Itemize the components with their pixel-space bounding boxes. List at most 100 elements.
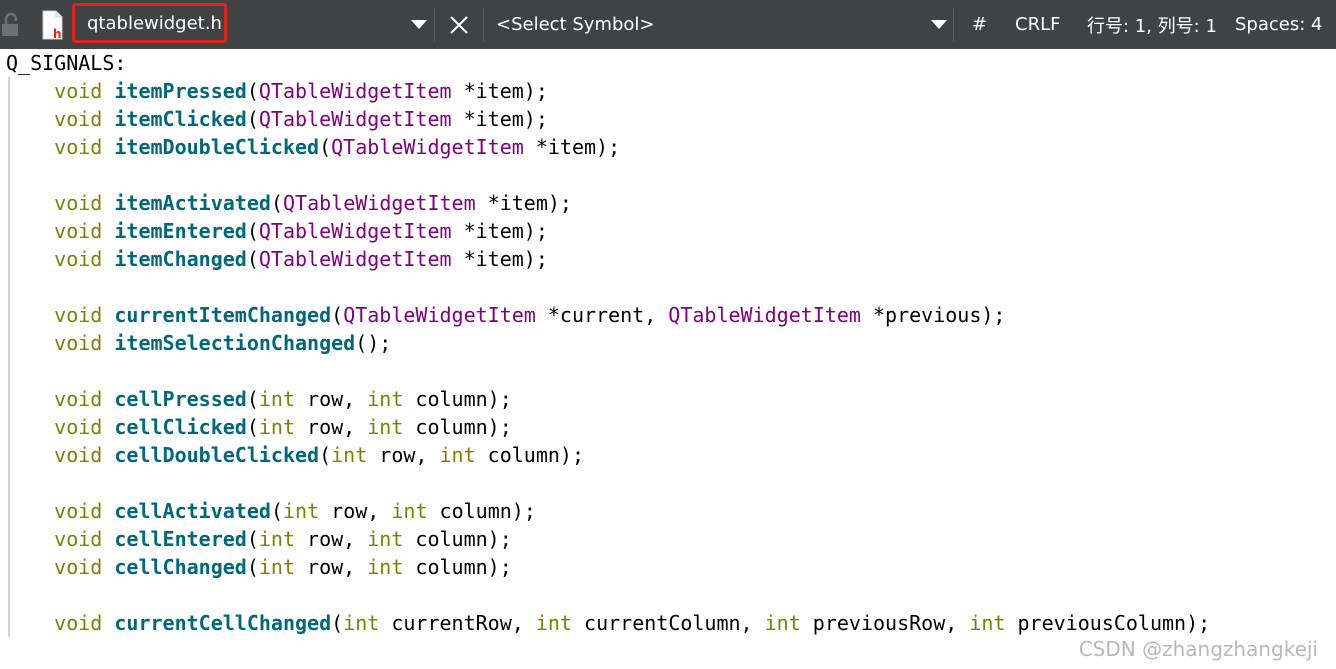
code-line: void itemEntered(QTableWidgetItem *item)… — [6, 217, 548, 245]
function-name: itemActivated — [114, 191, 271, 215]
function-name: cellClicked — [114, 415, 247, 439]
code-line: void cellChanged(int row, int column); — [6, 553, 512, 581]
function-name: cellEntered — [114, 527, 247, 551]
code-text: ( — [246, 387, 259, 411]
toolbar-divider — [953, 8, 954, 41]
code-text: *current, — [535, 303, 669, 327]
type-name: QTableWidgetItem — [343, 303, 536, 327]
keyword: void — [54, 611, 115, 635]
keyword: int — [343, 611, 380, 635]
code-line: void cellActivated(int row, int column); — [6, 497, 536, 525]
code-text: *item); — [475, 191, 572, 215]
code-text: column); — [475, 443, 585, 467]
code-text: ( — [331, 611, 344, 635]
hash-label: # — [972, 14, 988, 35]
code-line: void itemChanged(QTableWidgetItem *item)… — [6, 245, 548, 273]
code-text: column); — [403, 527, 512, 551]
code-text: *item); — [451, 247, 548, 271]
function-name: itemClicked — [114, 107, 247, 131]
code-text: (); — [355, 331, 392, 355]
code-text: row, — [319, 499, 392, 523]
type-name: QTableWidgetItem — [258, 79, 452, 103]
code-text: column); — [427, 499, 536, 523]
code-text: *item); — [451, 107, 548, 131]
keyword: int — [439, 443, 476, 467]
code-text: *item); — [451, 219, 548, 243]
close-icon — [450, 15, 468, 34]
line-ending-indicator[interactable]: CRLF — [1015, 0, 1060, 49]
type-name: QTableWidgetItem — [258, 219, 452, 243]
function-name: cellActivated — [114, 499, 271, 523]
keyword: int — [258, 555, 296, 579]
code-text: previousRow, — [800, 611, 970, 635]
watermark: CSDN @zhangzhangkeji — [1078, 637, 1318, 661]
code-text: *previous); — [860, 303, 1006, 327]
keyword: void — [54, 191, 115, 215]
code-editor[interactable]: Q_SIGNALS: void itemPressed(QTableWidget… — [0, 49, 1336, 669]
function-name: currentItemChanged — [114, 303, 332, 327]
code-text: row, — [295, 527, 368, 551]
keyword: int — [282, 499, 320, 523]
code-line: void cellDoubleClicked(int row, int colu… — [6, 441, 584, 469]
code-text: ( — [246, 107, 259, 131]
keyword: void — [54, 219, 115, 243]
toolbar-divider — [483, 8, 484, 41]
keyword: void — [54, 387, 115, 411]
keyword: void — [54, 331, 115, 355]
symbol-selector[interactable]: <Select Symbol> — [496, 0, 916, 49]
function-name: itemSelectionChanged — [114, 331, 356, 355]
type-name: QTableWidgetItem — [331, 135, 524, 159]
file-selector[interactable]: qtablewidget.h — [72, 3, 227, 43]
keyword: int — [258, 387, 296, 411]
file-dropdown-chevron-down-icon[interactable] — [408, 0, 430, 49]
keyword: void — [54, 527, 115, 551]
indentation-indicator[interactable]: Spaces: 4 — [1235, 0, 1322, 49]
code-line: void itemPressed(QTableWidgetItem *item)… — [6, 77, 548, 105]
code-line: void cellPressed(int row, int column); — [6, 385, 512, 413]
keyword: int — [367, 387, 404, 411]
keyword: void — [54, 247, 115, 271]
type-name: QTableWidgetItem — [668, 303, 861, 327]
code-text: currentColumn, — [571, 611, 765, 635]
keyword: void — [54, 79, 115, 103]
symbol-dropdown-chevron-down-icon[interactable] — [928, 0, 950, 49]
toolbar-divider — [434, 8, 435, 41]
cursor-position-label: 行号: 1, 列号: 1 — [1087, 15, 1217, 37]
function-name: itemChanged — [114, 247, 247, 271]
keyword: void — [54, 303, 115, 327]
function-name: currentCellChanged — [114, 611, 332, 635]
keyword: int — [367, 415, 404, 439]
cursor-position-indicator[interactable]: 行号: 1, 列号: 1 — [1087, 0, 1217, 49]
function-name: itemDoubleClicked — [114, 135, 320, 159]
code-text: row, — [295, 555, 368, 579]
indentation-label: Spaces: 4 — [1235, 14, 1323, 35]
lock-icon[interactable] — [0, 0, 22, 49]
code-line: void itemDoubleClicked(QTableWidgetItem … — [6, 133, 620, 161]
code-text: *item); — [451, 79, 548, 103]
code-text: ( — [246, 415, 259, 439]
close-document-button[interactable] — [444, 0, 474, 49]
code-text: ( — [246, 219, 259, 243]
code-text: *item); — [523, 135, 621, 159]
code-text: ( — [319, 135, 332, 159]
function-name: cellPressed — [114, 387, 247, 411]
code-text: ( — [319, 443, 332, 467]
keyword: int — [764, 611, 801, 635]
function-name: itemPressed — [114, 79, 247, 103]
hash-button[interactable]: # — [972, 0, 987, 49]
code-text: ( — [246, 247, 259, 271]
function-name: cellChanged — [114, 555, 247, 579]
keyword: int — [367, 555, 404, 579]
keyword: int — [367, 527, 404, 551]
keyword: void — [54, 107, 115, 131]
keyword: int — [258, 527, 296, 551]
code-text: column); — [403, 415, 512, 439]
function-name: itemEntered — [114, 219, 247, 243]
editor-toolbar: h qtablewidget.h <Select Symbol> # CRLF … — [0, 0, 1336, 49]
code-text: ( — [270, 499, 283, 523]
type-name: QTableWidgetItem — [282, 191, 476, 215]
code-text: ( — [331, 303, 344, 327]
code-text: ( — [270, 191, 283, 215]
symbol-placeholder: <Select Symbol> — [496, 14, 655, 35]
keyword: void — [54, 415, 115, 439]
